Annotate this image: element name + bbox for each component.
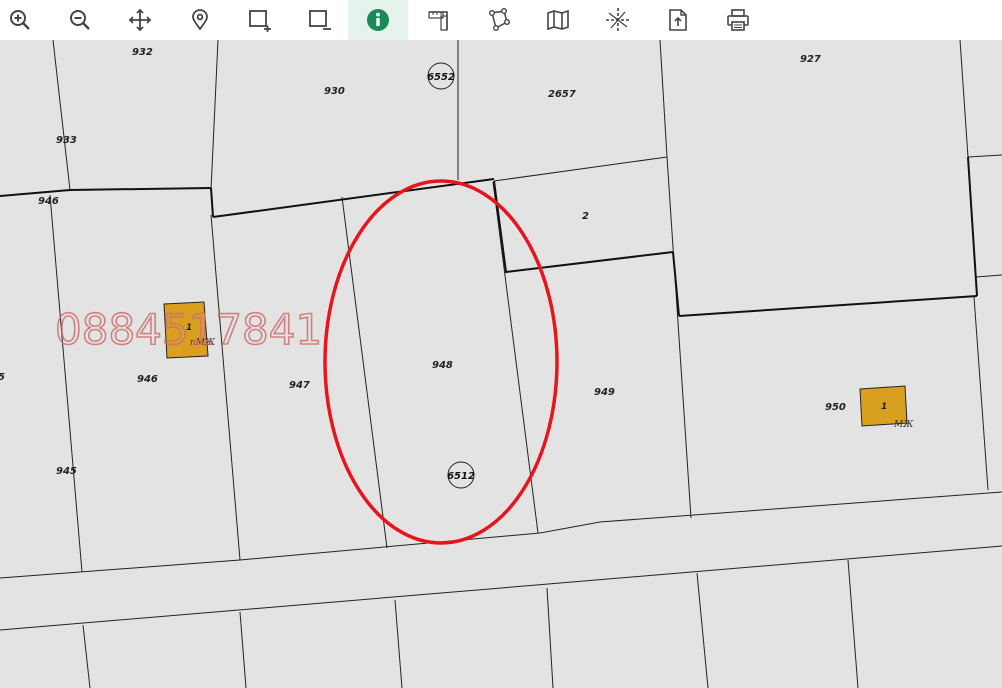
- parcel-2657-label: 2657: [548, 89, 576, 100]
- parcel-950-label: 950: [825, 402, 846, 413]
- info-tool[interactable]: [348, 0, 408, 40]
- map-icon: [547, 9, 569, 31]
- location-tool[interactable]: [170, 0, 230, 40]
- cadastral-map[interactable]: 1 пМЖ 1 МЖ 932 930 2657 927 933 946 2 94…: [0, 40, 1002, 688]
- parcel-932-label: 932: [132, 47, 153, 58]
- parcel-946-label: 946: [137, 374, 158, 385]
- zoom-box-in-icon: [249, 10, 271, 32]
- parcel-946-top-label: 946: [38, 196, 59, 207]
- parcel-930-label: 930: [324, 86, 345, 97]
- parcel-949-label: 949: [594, 387, 615, 398]
- map-toolbar: [0, 0, 1002, 40]
- location-pin-icon: [192, 9, 208, 31]
- measure-distance-tool[interactable]: [408, 0, 468, 40]
- marker-6552-label: 6552: [427, 72, 455, 83]
- parcel-933-label: 933: [56, 135, 77, 146]
- measure-distance-icon: [428, 11, 448, 31]
- map-tool[interactable]: [528, 0, 588, 40]
- parcel-947-label: 947: [289, 380, 310, 391]
- parcel-948-label: 948: [432, 360, 453, 371]
- zoom-box-out-icon: [309, 10, 331, 30]
- parcel-945-label: 945: [56, 466, 77, 477]
- measure-area-icon: [489, 8, 510, 32]
- export-icon: [669, 9, 687, 31]
- map-background: [0, 40, 1002, 688]
- print-icon: [727, 9, 749, 31]
- coordinates-icon: [606, 8, 630, 32]
- parcel-927-label: 927: [800, 54, 821, 65]
- zoom-out-icon: [70, 10, 90, 30]
- building-right-number: 1: [881, 402, 887, 412]
- parcel-edge-label: 5: [0, 372, 5, 383]
- print-tool[interactable]: [708, 0, 768, 40]
- info-icon: [367, 9, 389, 31]
- phone-watermark: 0884517841: [55, 305, 322, 354]
- building-right-type: МЖ: [893, 420, 914, 430]
- map-canvas[interactable]: 1 пМЖ 1 МЖ 932 930 2657 927 933 946 2 94…: [0, 40, 1002, 688]
- marker-6512-label: 6512: [447, 471, 475, 482]
- coordinates-tool[interactable]: [588, 0, 648, 40]
- export-tool[interactable]: [648, 0, 708, 40]
- pan-icon: [128, 8, 152, 32]
- zoom-box-out-tool[interactable]: [290, 0, 350, 40]
- zoom-out-tool[interactable]: [50, 0, 110, 40]
- pan-tool[interactable]: [110, 0, 170, 40]
- measure-area-tool[interactable]: [468, 0, 528, 40]
- parcel-2-label: 2: [582, 211, 589, 222]
- zoom-box-in-tool[interactable]: [230, 0, 290, 40]
- zoom-in-icon: [10, 10, 30, 30]
- zoom-in-tool[interactable]: [0, 0, 50, 40]
